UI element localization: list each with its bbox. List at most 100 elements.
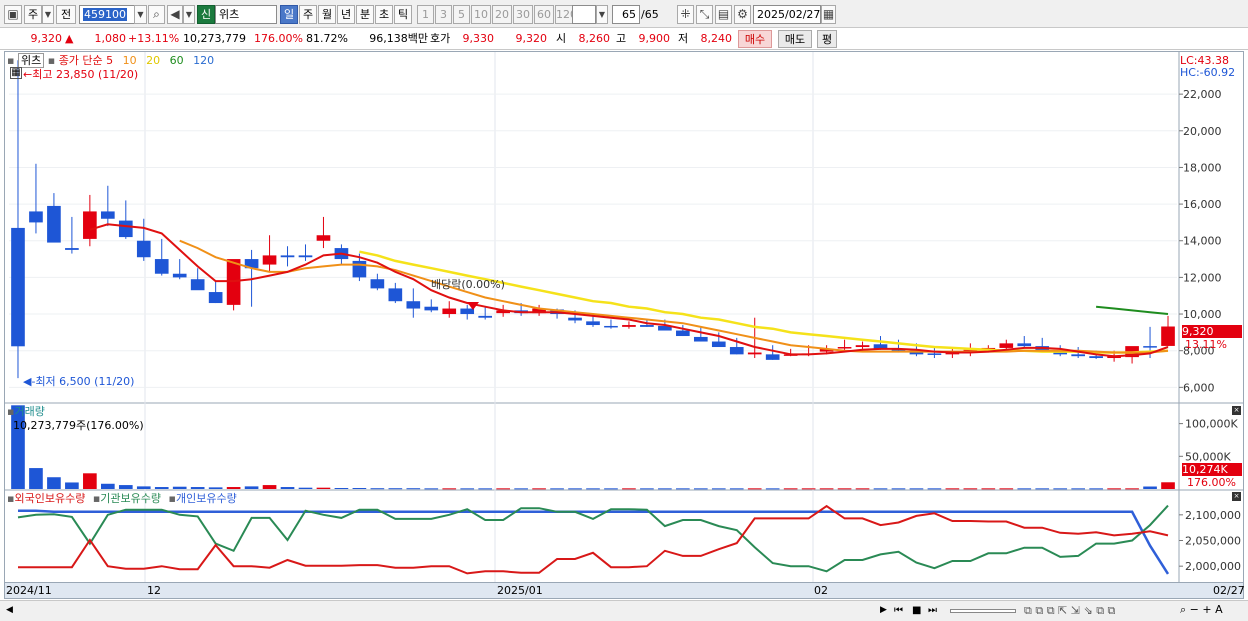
candle-body (693, 336, 708, 342)
holding-close-icon[interactable]: × (1232, 492, 1241, 501)
ask-label: 호가 (430, 32, 451, 45)
period-tab-5[interactable]: 초 (375, 5, 393, 24)
draw-tool-icon[interactable]: ⤡ (696, 5, 713, 24)
volume-title: 거래량 (14, 405, 45, 418)
ma60-line (1096, 305, 1169, 315)
price-tick-label: 6,000 (1183, 381, 1215, 394)
interval-custom-input[interactable] (572, 5, 596, 24)
stock-code-input[interactable]: 459100 (79, 5, 135, 24)
volume-bar (586, 488, 600, 490)
interval-tab-2[interactable]: 5 (453, 5, 470, 24)
buy-button[interactable]: 매수 (738, 30, 772, 48)
period-tab-1[interactable]: 주 (299, 5, 317, 24)
date-axis: 2024/11 12 2025/01 02 02/27 (4, 583, 1245, 599)
date-label-last: 02/27 (1213, 584, 1245, 597)
volume-bar (622, 488, 636, 490)
candle-body (927, 353, 942, 355)
volume-bar (316, 487, 331, 489)
price-tick-label: 20,000 (1183, 125, 1222, 138)
candle-body (622, 325, 636, 327)
volume-value-label: 10,273,779주(176.00%) (13, 419, 144, 432)
volume-tick-label: 50,000K (1185, 450, 1231, 463)
stock-code-value: 459100 (83, 8, 127, 21)
volume-bar (47, 477, 61, 489)
price-tick-label: 16,000 (1183, 198, 1222, 211)
forward-icon[interactable]: ⏭ (928, 604, 937, 617)
turnover-rate: 81.72% (306, 32, 348, 45)
gear-icon[interactable]: ⚙ (734, 5, 751, 24)
period-tab-4[interactable]: 분 (356, 5, 374, 24)
chart-area[interactable]: 22,000 20,000 18,000 16,000 14,000 12,000 10,0… (4, 51, 1244, 583)
scroll-bar[interactable]: ◀ ▶ ⏮ ■ ⏭ ⧉ ⧉ ⧉ ⇱ ⇲ ⇘ ⧉ ⧉ ⌕ − + A (0, 600, 1248, 621)
chevron-down-icon[interactable]: ▼ (42, 5, 54, 24)
calendar-icon[interactable]: ▦ (821, 5, 836, 24)
candle-body (352, 260, 367, 278)
period-short-button[interactable]: 주 (24, 5, 42, 24)
candle-body (676, 330, 690, 337)
speaker-icon[interactable]: ◀ (167, 5, 183, 24)
volume-bar (729, 488, 744, 490)
date-input[interactable]: 2025/02/27 (753, 5, 821, 24)
interval-tab-4[interactable]: 20 (492, 5, 512, 24)
code-dropdown-icon[interactable]: ▼ (134, 5, 147, 24)
zoom-controls[interactable]: ⌕ − + A (1180, 603, 1223, 616)
scroll-left-icon[interactable]: ◀ (6, 604, 13, 617)
ma60-legend: 60 (169, 54, 184, 67)
volume-bar (1053, 488, 1068, 490)
period-tab-0[interactable]: 일 (280, 5, 298, 24)
hc-value: HC:-60.92 (1180, 66, 1236, 79)
scroll-right-icon[interactable]: ▶ (880, 604, 887, 617)
volume-bar (765, 488, 780, 490)
crosshair-icon[interactable]: ⁜ (677, 5, 694, 24)
period-tab-3[interactable]: 년 (337, 5, 355, 24)
rewind-icon[interactable]: ⏮ (894, 604, 903, 617)
interval-tab-5[interactable]: 30 (513, 5, 533, 24)
window-menu-icon[interactable]: ▣ (4, 5, 22, 24)
volume-bar (676, 488, 690, 490)
layout-icons[interactable]: ⧉ ⧉ ⧉ ⇱ ⇲ ⇘ ⧉ ⧉ (1024, 604, 1115, 617)
stock-name-field[interactable]: 위츠 (215, 5, 277, 24)
volume-bar (280, 487, 295, 489)
volume-bar (208, 487, 223, 489)
candle-body (837, 347, 852, 349)
period-tab-2[interactable]: 월 (318, 5, 336, 24)
period-tab-6[interactable]: 틱 (394, 5, 412, 24)
interval-dropdown-icon[interactable]: ▼ (596, 5, 608, 24)
interval-tab-3[interactable]: 10 (471, 5, 491, 24)
search-icon[interactable]: ⌕ (148, 5, 165, 24)
candle-body (460, 308, 475, 315)
grid-icon[interactable]: ▦ (10, 67, 22, 79)
price-tick-label: 10,000 (1183, 308, 1222, 321)
interval-tab-1[interactable]: 3 (435, 5, 452, 24)
interval-tab-0[interactable]: 1 (417, 5, 434, 24)
volume-value: 10,273,779 (183, 32, 246, 45)
interval-tab-6[interactable]: 60 (534, 5, 554, 24)
volume-bar (1071, 488, 1085, 490)
candle-body (855, 345, 870, 348)
volume-bar (783, 488, 798, 490)
volume-bar (532, 488, 546, 490)
volume-bar (29, 468, 43, 489)
volume-bar (1161, 482, 1175, 489)
count-input[interactable]: 65 (612, 5, 640, 24)
prev-button[interactable]: 전 (56, 5, 76, 24)
volume-ratio: 176.00% (254, 32, 303, 45)
volume-bar (298, 487, 313, 489)
high-note: ←최고 23,850 (11/20) (23, 68, 139, 81)
zoom-slider[interactable] (950, 609, 1016, 613)
last-volume-ratio: 176.00% (1187, 476, 1236, 489)
last-volume-tag: 10,274K (1182, 463, 1242, 476)
volume-bar (1143, 486, 1157, 489)
open-label: 시 (556, 32, 567, 45)
volume-bar (909, 488, 924, 490)
candle-body (747, 352, 762, 355)
save-icon[interactable]: ▤ (715, 5, 732, 24)
stop-icon[interactable]: ■ (912, 604, 921, 617)
evaluate-button[interactable]: 평 (817, 30, 837, 48)
high-note-text: 최고 23,850 (11/20) (32, 68, 139, 81)
date-label-jan: 2025/01 (497, 584, 543, 597)
sell-button[interactable]: 매도 (778, 30, 812, 48)
speaker-dropdown-icon[interactable]: ▼ (183, 5, 195, 24)
volume-close-icon[interactable]: × (1232, 406, 1241, 415)
candle-body (154, 259, 169, 274)
